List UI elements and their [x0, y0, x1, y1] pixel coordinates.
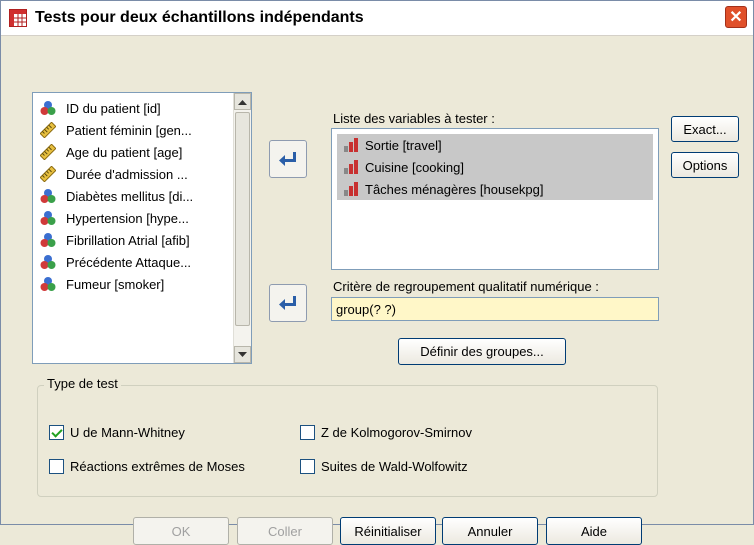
title-bar[interactable]: Tests pour deux échantillons indépendant…	[1, 1, 753, 36]
grouping-value: group(? ?)	[336, 301, 396, 317]
variable-list-item[interactable]: Hypertension [hype...	[33, 207, 233, 229]
variable-label: Diabètes mellitus [di...	[66, 188, 194, 204]
variable-list-item[interactable]: Age du patient [age]	[33, 141, 233, 163]
nominal-icon	[40, 232, 61, 248]
mann-whitney-checkbox[interactable]: U de Mann-Whitney	[49, 425, 185, 440]
variable-list-item[interactable]: Fumeur [smoker]	[33, 273, 233, 295]
table-icon	[9, 9, 27, 27]
variable-label: Patient féminin [gen...	[66, 122, 192, 138]
chevron-down-icon	[238, 351, 247, 357]
variable-label: Précédente Attaque...	[66, 254, 192, 270]
move-to-test-list-button[interactable]	[269, 140, 307, 178]
variable-label: Hypertension [hype...	[66, 210, 189, 226]
exact-button[interactable]: Exact...	[671, 116, 739, 142]
variable-list-item[interactable]: Patient féminin [gen...	[33, 119, 233, 141]
grouping-variable-field[interactable]: group(? ?)	[331, 297, 659, 321]
checkbox-box[interactable]	[49, 459, 64, 474]
nominal-icon	[40, 254, 61, 270]
test-list-item[interactable]: Cuisine [cooking]	[337, 156, 653, 178]
wald-wolfowitz-checkbox[interactable]: Suites de Wald-Wolfowitz	[300, 459, 468, 474]
source-variable-items: ID du patient [id] Patient féminin [gen..…	[33, 93, 233, 295]
variable-label: Durée d'admission ...	[66, 166, 188, 182]
nominal-icon	[40, 210, 61, 226]
close-icon: ✕	[729, 9, 743, 26]
scroll-thumb[interactable]	[235, 112, 250, 326]
variable-label: Fumeur [smoker]	[66, 276, 165, 292]
scale-icon	[40, 144, 61, 160]
test-list-item[interactable]: Sortie [travel]	[337, 134, 653, 156]
kolmogorov-smirnov-checkbox[interactable]: Z de Kolmogorov-Smirnov	[300, 425, 472, 440]
move-to-grouping-button[interactable]	[269, 284, 307, 322]
ordinal-icon	[344, 138, 358, 152]
ordinal-icon	[344, 182, 358, 196]
moses-checkbox[interactable]: Réactions extrêmes de Moses	[49, 459, 245, 474]
variable-label: Age du patient [age]	[66, 144, 183, 160]
scroll-up-button[interactable]	[234, 93, 251, 110]
scale-icon	[40, 166, 61, 182]
source-variable-list[interactable]: ID du patient [id] Patient féminin [gen..…	[32, 92, 252, 364]
variable-list-item[interactable]: Fibrillation Atrial [afib]	[33, 229, 233, 251]
dialog-window: Tests pour deux échantillons indépendant…	[0, 0, 754, 545]
test-type-title: Type de test	[44, 376, 121, 391]
arrow-right-icon	[279, 296, 296, 310]
variable-list-item[interactable]: Diabètes mellitus [di...	[33, 185, 233, 207]
scale-icon	[40, 122, 61, 138]
nominal-icon	[40, 276, 61, 292]
vertical-scrollbar[interactable]	[233, 93, 251, 363]
grouping-label: Critère de regroupement qualitatif numér…	[333, 279, 599, 294]
nominal-icon	[40, 100, 61, 116]
define-groups-button[interactable]: Définir des groupes...	[398, 338, 566, 365]
arrow-right-icon	[279, 152, 296, 166]
cancel-button[interactable]: Annuler	[442, 517, 538, 545]
test-list-item[interactable]: Tâches ménagères [housekpg]	[337, 178, 653, 200]
checkbox-box[interactable]	[300, 425, 315, 440]
window-title: Tests pour deux échantillons indépendant…	[35, 9, 364, 26]
variable-list-item[interactable]: ID du patient [id]	[33, 97, 233, 119]
dialog-content: ID du patient [id] Patient féminin [gen..…	[1, 36, 753, 545]
close-button[interactable]: ✕	[725, 6, 747, 28]
paste-button[interactable]: Coller	[237, 517, 333, 545]
ok-button[interactable]: OK	[133, 517, 229, 545]
variable-label: Fibrillation Atrial [afib]	[66, 232, 190, 248]
variable-label: ID du patient [id]	[66, 100, 161, 116]
test-type-groupbox	[37, 385, 658, 497]
ordinal-icon	[344, 160, 358, 174]
nominal-icon	[40, 188, 61, 204]
reset-button[interactable]: Réinitialiser	[340, 517, 436, 545]
chevron-up-icon	[238, 99, 247, 105]
test-list-label: Liste des variables à tester :	[333, 111, 495, 126]
test-variable-list[interactable]: Sortie [travel] Cuisine [cooking] Tâches…	[331, 128, 659, 270]
help-button[interactable]: Aide	[546, 517, 642, 545]
options-button[interactable]: Options	[671, 152, 739, 178]
checkbox-box[interactable]	[300, 459, 315, 474]
checkbox-box[interactable]	[49, 425, 64, 440]
variable-list-item[interactable]: Précédente Attaque...	[33, 251, 233, 273]
scroll-down-button[interactable]	[234, 346, 251, 363]
variable-list-item[interactable]: Durée d'admission ...	[33, 163, 233, 185]
